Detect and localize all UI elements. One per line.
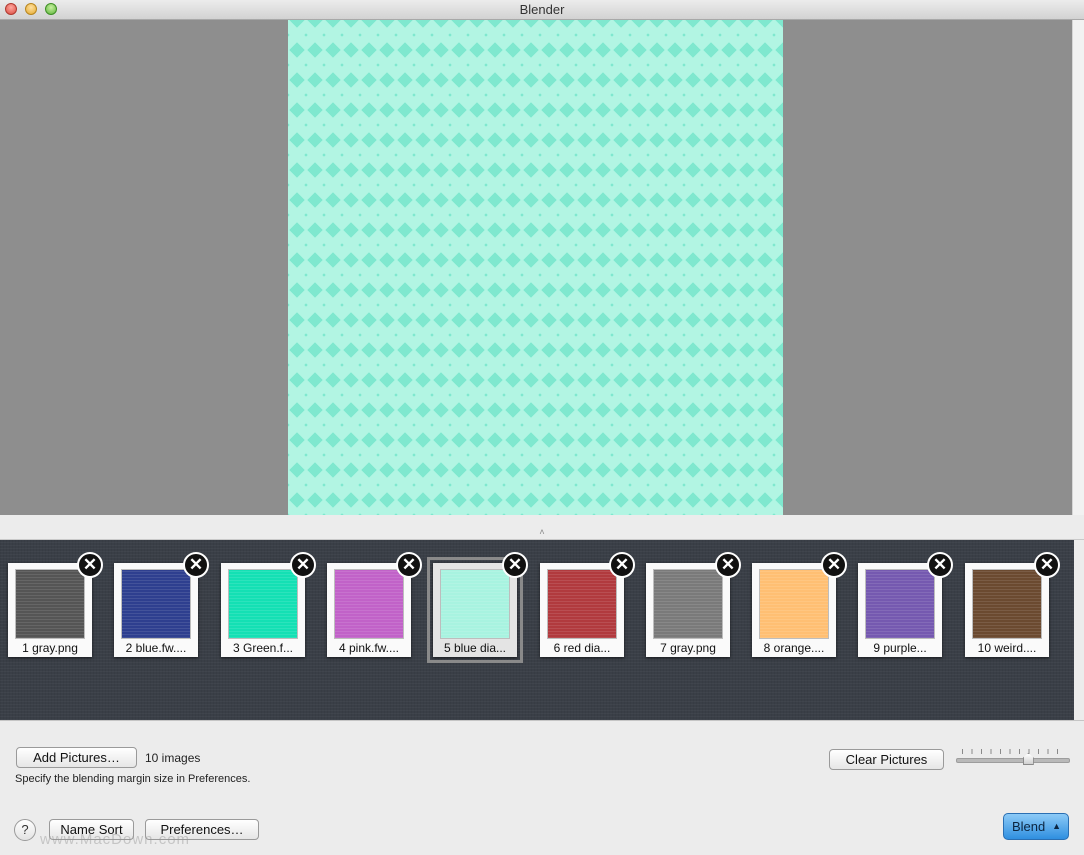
thumbnail-label: 10 weird.... <box>977 641 1037 655</box>
remove-thumbnail-icon[interactable]: ✕ <box>1034 552 1060 578</box>
help-button[interactable]: ? <box>14 819 36 841</box>
slider-ticks <box>962 749 1064 754</box>
add-pictures-button[interactable]: Add Pictures… <box>16 747 137 768</box>
thumbnail-item[interactable]: 6 red dia... ✕ <box>540 552 635 657</box>
thumbnail-item[interactable]: 2 blue.fw.... ✕ <box>114 552 209 657</box>
title-bar: Blender <box>0 0 1084 20</box>
thumbnail-label: 2 blue.fw.... <box>125 641 187 655</box>
watermark: www.MacDown.com <box>40 831 191 848</box>
blend-menu-arrow-icon: ▲ <box>1052 821 1061 831</box>
thumbnail-item[interactable]: 7 gray.png ✕ <box>646 552 741 657</box>
remove-thumbnail-icon[interactable]: ✕ <box>396 552 422 578</box>
clear-pictures-button[interactable]: Clear Pictures <box>829 749 944 770</box>
thumbnail-image <box>15 569 85 639</box>
remove-thumbnail-icon[interactable]: ✕ <box>821 552 847 578</box>
margin-slider[interactable] <box>956 747 1070 767</box>
bottom-panel: Add Pictures… 10 images Specify the blen… <box>0 720 1084 855</box>
thumbnail-image <box>440 569 510 639</box>
image-count-label: 10 images <box>145 751 201 765</box>
thumbnail-image <box>653 569 723 639</box>
remove-thumbnail-icon[interactable]: ✕ <box>609 552 635 578</box>
thumbnail-item[interactable]: 5 blue dia... ✕ <box>427 552 528 663</box>
thumbnail-label: 9 purple... <box>873 641 927 655</box>
thumbnail-label: 7 gray.png <box>660 641 716 655</box>
blend-button-label: Blend <box>1012 819 1046 834</box>
preview-area <box>0 20 1072 515</box>
divider-handle-icon: ˄ <box>539 527 545 537</box>
thumbnail-label: 4 pink.fw.... <box>338 641 400 655</box>
thumbnail-item[interactable]: 8 orange.... ✕ <box>752 552 847 657</box>
remove-thumbnail-icon[interactable]: ✕ <box>183 552 209 578</box>
thumbnail-image <box>865 569 935 639</box>
remove-thumbnail-icon[interactable]: ✕ <box>77 552 103 578</box>
thumbnail-label: 6 red dia... <box>553 641 611 655</box>
thumbnail-item[interactable]: 3 Green.f... ✕ <box>221 552 316 657</box>
blended-preview-image <box>288 20 783 515</box>
thumbnail-image <box>547 569 617 639</box>
thumbnail-image <box>759 569 829 639</box>
slider-track <box>956 758 1070 763</box>
thumbnail-image <box>121 569 191 639</box>
strip-scrollbar[interactable] <box>1074 540 1084 720</box>
thumbnail-item[interactable]: 4 pink.fw.... ✕ <box>327 552 422 657</box>
thumbnail-label: 8 orange.... <box>763 641 825 655</box>
thumbnail-item[interactable]: 1 gray.png ✕ <box>8 552 103 657</box>
thumbnail-item[interactable]: 10 weird.... ✕ <box>965 552 1060 657</box>
remove-thumbnail-icon[interactable]: ✕ <box>290 552 316 578</box>
slider-knob[interactable] <box>1022 753 1034 765</box>
blend-button[interactable]: Blend ▲ <box>1003 813 1069 840</box>
remove-thumbnail-icon[interactable]: ✕ <box>715 552 741 578</box>
thumbnail-image <box>972 569 1042 639</box>
thumbnail-item[interactable]: 9 purple... ✕ <box>858 552 953 657</box>
image-strip: 1 gray.png ✕ 2 blue.fw.... ✕ 3 Green.f... ✕ 4 … <box>0 540 1074 720</box>
preview-scrollbar[interactable] <box>1072 20 1084 515</box>
thumbnail-label: 5 blue dia... <box>443 641 507 655</box>
margin-hint-text: Specify the blending margin size in Pref… <box>15 773 251 785</box>
split-view-divider[interactable]: ˄ <box>0 515 1084 540</box>
window-title: Blender <box>519 2 565 17</box>
thumbnail-label: 3 Green.f... <box>232 641 294 655</box>
thumbnail-image <box>334 569 404 639</box>
remove-thumbnail-icon[interactable]: ✕ <box>927 552 953 578</box>
remove-thumbnail-icon[interactable]: ✕ <box>502 552 528 578</box>
thumbnail-image <box>228 569 298 639</box>
thumbnail-label: 1 gray.png <box>22 641 78 655</box>
